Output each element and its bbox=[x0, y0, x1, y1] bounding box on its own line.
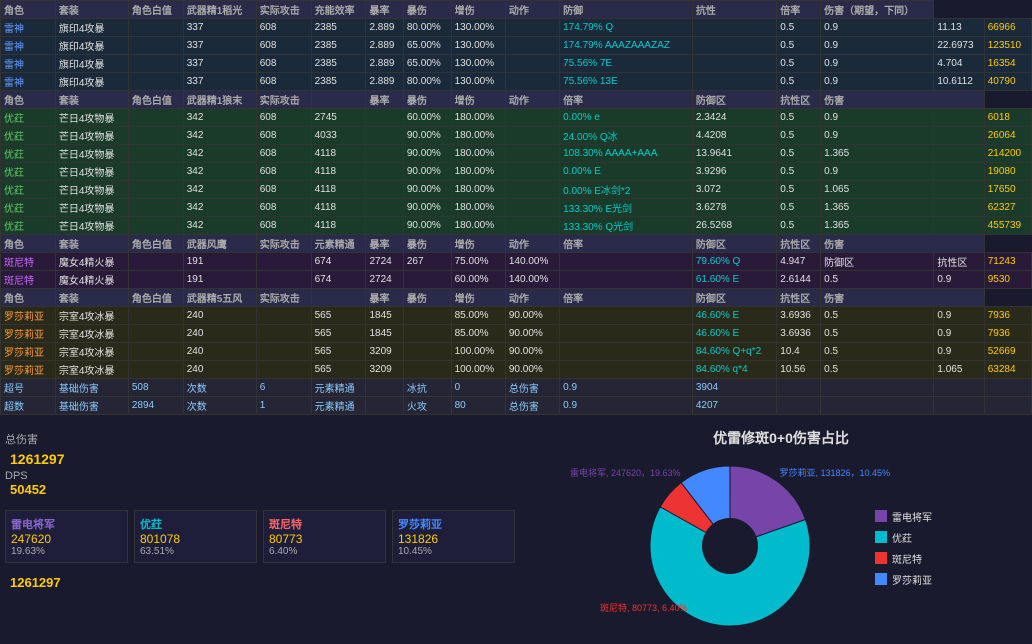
luosha-header: 角色 套装 角色白值 武器精5五风 实际攻击 暴率 暴伤 增伤 动作 倍率 防御… bbox=[1, 289, 1032, 307]
table-row: 优荭 芒日4攻物暴 342 608 4118 90.00% 180.00% 13… bbox=[1, 199, 1032, 217]
top-section: 角色 套装 角色白值 武器精1稻光 实际攻击 充能效率 暴率 暴伤 增伤 动作 … bbox=[0, 0, 1032, 415]
banni-header: 角色 套装 角色白值 武器风鹰 实际攻击 元素精通 暴率 暴伤 增伤 动作 倍率… bbox=[1, 235, 1032, 253]
stats-section: 总伤害 1261297 DPS 50452 雷电将军 247620 19.63%… bbox=[5, 428, 515, 639]
table-row: 雷神 旗印4攻暴 337 608 2385 2.889 80.00% 130.0… bbox=[1, 73, 1032, 91]
table-row: 罗莎莉亚 宗室4攻冰暴 240 565 1845 85.00% 90.00% 4… bbox=[1, 325, 1032, 343]
subtotal-row-chao: 超号 基础伤害 508 次数 6 元素精通 冰抗 0 总伤害 0.9 3904 bbox=[1, 379, 1032, 397]
table-row: 优荭 芒日4攻物暴 342 608 4118 90.00% 180.00% 13… bbox=[1, 217, 1032, 235]
table-row: 罗莎莉亚 宗室4攻冰暴 240 565 1845 85.00% 90.00% 4… bbox=[1, 307, 1032, 325]
char-name-luo: 罗莎莉亚 bbox=[398, 516, 509, 532]
chart-section: 优雷修斑0+0伤害占比 罗莎莉亚, 131826，10.45% 雷电将军, 24… bbox=[515, 428, 1027, 639]
legend-item-you: 优荭 bbox=[875, 530, 932, 545]
chart-label-ban: 斑尼特, 80773, 6.40% bbox=[600, 601, 688, 614]
legend-item-luo: 罗莎莉亚 bbox=[875, 572, 932, 587]
char-pct-you: 63.51% bbox=[140, 546, 251, 557]
char-dmg-lei: 247620 bbox=[11, 532, 122, 546]
table-row: 优荭 芒日4攻物暴 342 608 4118 90.00% 180.00% 0.… bbox=[1, 163, 1032, 181]
char-card-luo: 罗莎莉亚 131826 10.45% bbox=[392, 510, 515, 563]
char-breakdown-grid: 雷电将军 247620 19.63% 优荭 801078 63.51% 斑尼特 … bbox=[5, 510, 515, 563]
legend-label-lei: 雷电将军 bbox=[892, 509, 932, 524]
table-row: 罗莎莉亚 宗室4攻冰暴 240 565 3209 100.00% 90.00% … bbox=[1, 343, 1032, 361]
table-row: 罗莎莉亚 宗室4攻冰暴 240 565 3209 100.00% 90.00% … bbox=[1, 361, 1032, 379]
table-row: 雷神 旗印4攻暴 337 608 2385 2.889 80.00% 130.0… bbox=[1, 19, 1032, 37]
subtotal-row-chaoshu: 超数 基础伤害 2894 次数 1 元素精通 火攻 80 总伤害 0.9 420… bbox=[1, 397, 1032, 415]
char-pct-luo: 10.45% bbox=[398, 546, 509, 557]
legend-color-you bbox=[875, 531, 887, 543]
char-dmg-luo: 131826 bbox=[398, 532, 509, 546]
dps-value: 50452 bbox=[5, 482, 515, 497]
pie-chart: 罗莎莉亚, 131826，10.45% 雷电将军, 247620，19.63% … bbox=[630, 456, 830, 639]
dps-label: DPS bbox=[5, 470, 28, 482]
table-row: 优荭 芒日4攻物暴 342 608 2745 60.00% 180.00% 0.… bbox=[1, 109, 1032, 127]
char-card-lei: 雷电将军 247620 19.63% bbox=[5, 510, 128, 563]
total-damage-label: 总伤害 bbox=[5, 431, 38, 447]
char-name-lei: 雷电将军 bbox=[11, 516, 122, 532]
table-row: 雷神 旗印4攻暴 337 608 2385 2.889 65.00% 130.0… bbox=[1, 55, 1032, 73]
youzi-header: 角色 套装 角色白值 武器精1狼末 实际攻击 暴率 暴伤 增伤 动作 倍率 防御… bbox=[1, 91, 1032, 109]
chart-label-lei: 雷电将军, 247620，19.63% bbox=[570, 466, 681, 479]
char-label-lei: 角色 bbox=[1, 1, 56, 19]
table-row: 优荭 芒日4攻物暴 342 608 4118 90.00% 180.00% 10… bbox=[1, 145, 1032, 163]
grand-total: 1261297 bbox=[5, 575, 515, 590]
char-card-you: 优荭 801078 63.51% bbox=[134, 510, 257, 563]
total-damage-value: 1261297 bbox=[5, 451, 515, 467]
char-pct-lei: 19.63% bbox=[11, 546, 122, 557]
table-row: 斑尼特 魔女4精火暴 191 674 2724 60.00% 140.00% 6… bbox=[1, 271, 1032, 289]
main-container: 角色 套装 角色白值 武器精1稻光 实际攻击 充能效率 暴率 暴伤 增伤 动作 … bbox=[0, 0, 1032, 644]
legend-label-luo: 罗莎莉亚 bbox=[892, 572, 932, 587]
char-dmg-you: 801078 bbox=[140, 532, 251, 546]
char-card-ban: 斑尼特 80773 6.40% bbox=[263, 510, 386, 563]
char-name-ban: 斑尼特 bbox=[269, 516, 380, 532]
char-pct-ban: 6.40% bbox=[269, 546, 380, 557]
damage-table: 角色 套装 角色白值 武器精1稻光 实际攻击 充能效率 暴率 暴伤 增伤 动作 … bbox=[0, 0, 1032, 415]
table-row: 雷神 旗印4攻暴 337 608 2385 2.889 65.00% 130.0… bbox=[1, 37, 1032, 55]
legend-label-you: 优荭 bbox=[892, 530, 912, 545]
chart-title: 优雷修斑0+0伤害占比 bbox=[713, 428, 849, 448]
legend-item-lei: 雷电将军 bbox=[875, 509, 932, 524]
char-dmg-ban: 80773 bbox=[269, 532, 380, 546]
chart-legend: 雷电将军 优荭 斑尼特 罗莎莉亚 bbox=[875, 509, 932, 587]
legend-color-ban bbox=[875, 552, 887, 564]
legend-color-lei bbox=[875, 510, 887, 522]
legend-label-ban: 斑尼特 bbox=[892, 551, 922, 566]
char-name-you: 优荭 bbox=[140, 516, 251, 532]
table-row: 斑尼特 魔女4精火暴 191 674 2724 267 75.00% 140.0… bbox=[1, 253, 1032, 271]
table-row: 优荭 芒日4攻物暴 342 608 4118 90.00% 180.00% 0.… bbox=[1, 181, 1032, 199]
table-row: 优荭 芒日4攻物暴 342 608 4033 90.00% 180.00% 24… bbox=[1, 127, 1032, 145]
legend-color-luo bbox=[875, 573, 887, 585]
lei-dian-header: 角色 套装 角色白值 武器精1稻光 实际攻击 充能效率 暴率 暴伤 增伤 动作 … bbox=[1, 1, 1032, 19]
chart-label-luo: 罗莎莉亚, 131826，10.45% bbox=[779, 466, 890, 479]
legend-item-ban: 斑尼特 bbox=[875, 551, 932, 566]
total-damage-section: 总伤害 1261297 DPS 50452 bbox=[5, 428, 515, 500]
